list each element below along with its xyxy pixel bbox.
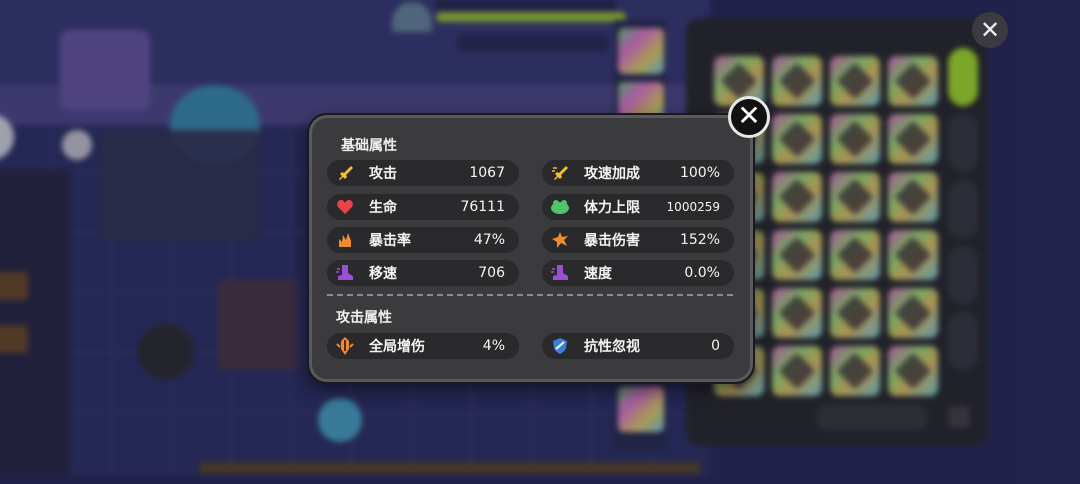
- section-divider: [327, 294, 733, 296]
- stat-crit-rate: 暴击率 47%: [327, 227, 519, 253]
- attack-attributes-title: 攻击属性: [336, 310, 392, 326]
- stat-crit-damage: 暴击伤害 152%: [542, 227, 734, 253]
- boot-icon: [550, 263, 570, 283]
- stat-resistance-ignore: 抗性忽视 0: [542, 333, 734, 359]
- speed-sword-icon: [550, 163, 570, 183]
- damage-boost-icon: [335, 336, 355, 356]
- heart-icon: [335, 197, 355, 217]
- stat-move-speed: 移速 706: [327, 260, 519, 286]
- stat-attack: 攻击 1067: [327, 160, 519, 186]
- sword-icon: [335, 163, 355, 183]
- inventory-close-button[interactable]: ✕: [972, 12, 1008, 48]
- stat-speed: 速度 0.0%: [542, 260, 734, 286]
- crit-rate-icon: [335, 230, 355, 250]
- stamina-icon: [550, 197, 570, 217]
- basic-attributes-title: 基础属性: [341, 138, 397, 154]
- stat-health: 生命 76111: [327, 194, 519, 220]
- stat-global-damage: 全局增伤 4%: [327, 333, 519, 359]
- stat-stamina-cap: 体力上限 1000259: [542, 194, 734, 220]
- crit-damage-icon: [550, 230, 570, 250]
- boot-icon: [335, 263, 355, 283]
- stat-attack-speed: 攻速加成 100%: [542, 160, 734, 186]
- dialog-close-button[interactable]: ✕: [728, 96, 770, 138]
- shield-icon: [550, 336, 570, 356]
